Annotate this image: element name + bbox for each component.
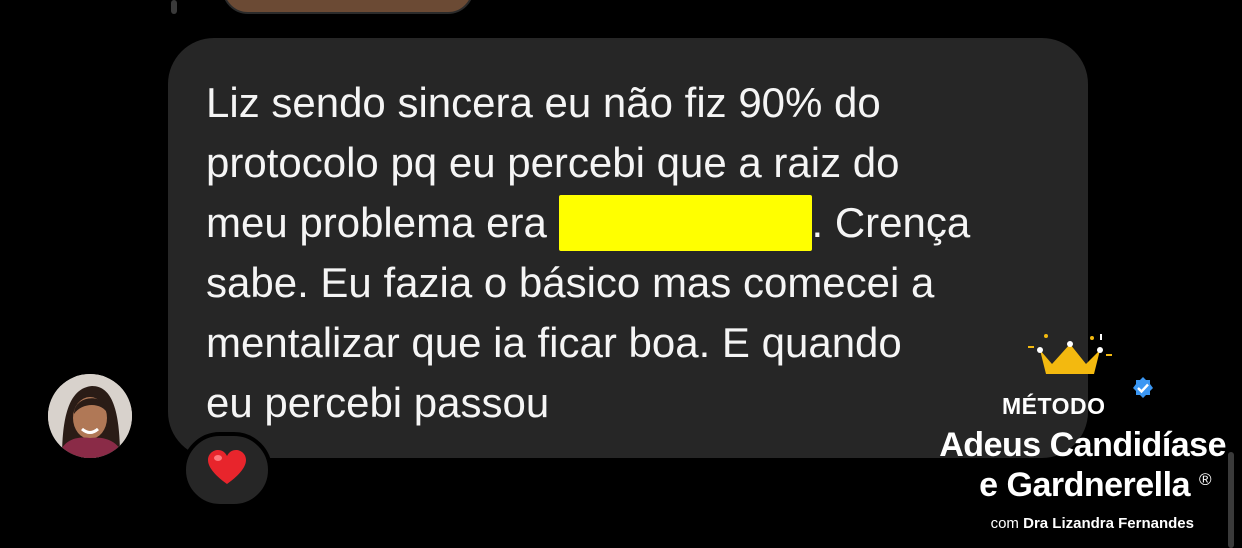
brand-subtitle-prefix: com [990, 515, 1024, 532]
sender-avatar[interactable] [48, 374, 132, 458]
message-line-3b: . Crença [811, 199, 971, 246]
user-avatar-icon [48, 374, 132, 458]
redaction-highlight [558, 195, 812, 251]
message-line-2: protocolo pq eu percebi que a raiz do [206, 139, 900, 186]
brand-title-line-1: Adeus Candidíase [939, 426, 1226, 464]
message-line-4: sabe. Eu fazia o básico mas comecei a [206, 259, 935, 306]
brand-subtitle: com Dra Lizandra Fernandes [991, 515, 1194, 532]
registered-mark: ® [1199, 470, 1212, 489]
heart-icon [207, 449, 247, 491]
reaction-badge[interactable] [182, 432, 272, 508]
message-line-6: eu percebi passou [206, 379, 550, 426]
message-line-3a: meu problema era [206, 199, 559, 246]
brand-metodo-label: MÉTODO [1002, 393, 1106, 419]
scrollbar[interactable] [1228, 452, 1234, 548]
message-line-5: mentalizar que ia ficar boa. E quando [206, 319, 902, 366]
top-scroll-indicator [171, 0, 177, 14]
crown-icon [1028, 334, 1112, 374]
message-text: Liz sendo sincera eu não fiz 90% do prot… [206, 73, 1058, 433]
message-bubble[interactable]: Liz sendo sincera eu não fiz 90% do prot… [168, 38, 1088, 458]
brand-title-line-2: e Gardnerella [979, 466, 1190, 504]
brand-subtitle-name: Dra Lizandra Fernandes [1023, 515, 1194, 532]
verified-badge-icon [1133, 377, 1153, 398]
message-line-1: Liz sendo sincera eu não fiz 90% do [206, 79, 881, 126]
previous-message-image[interactable] [222, 0, 474, 14]
